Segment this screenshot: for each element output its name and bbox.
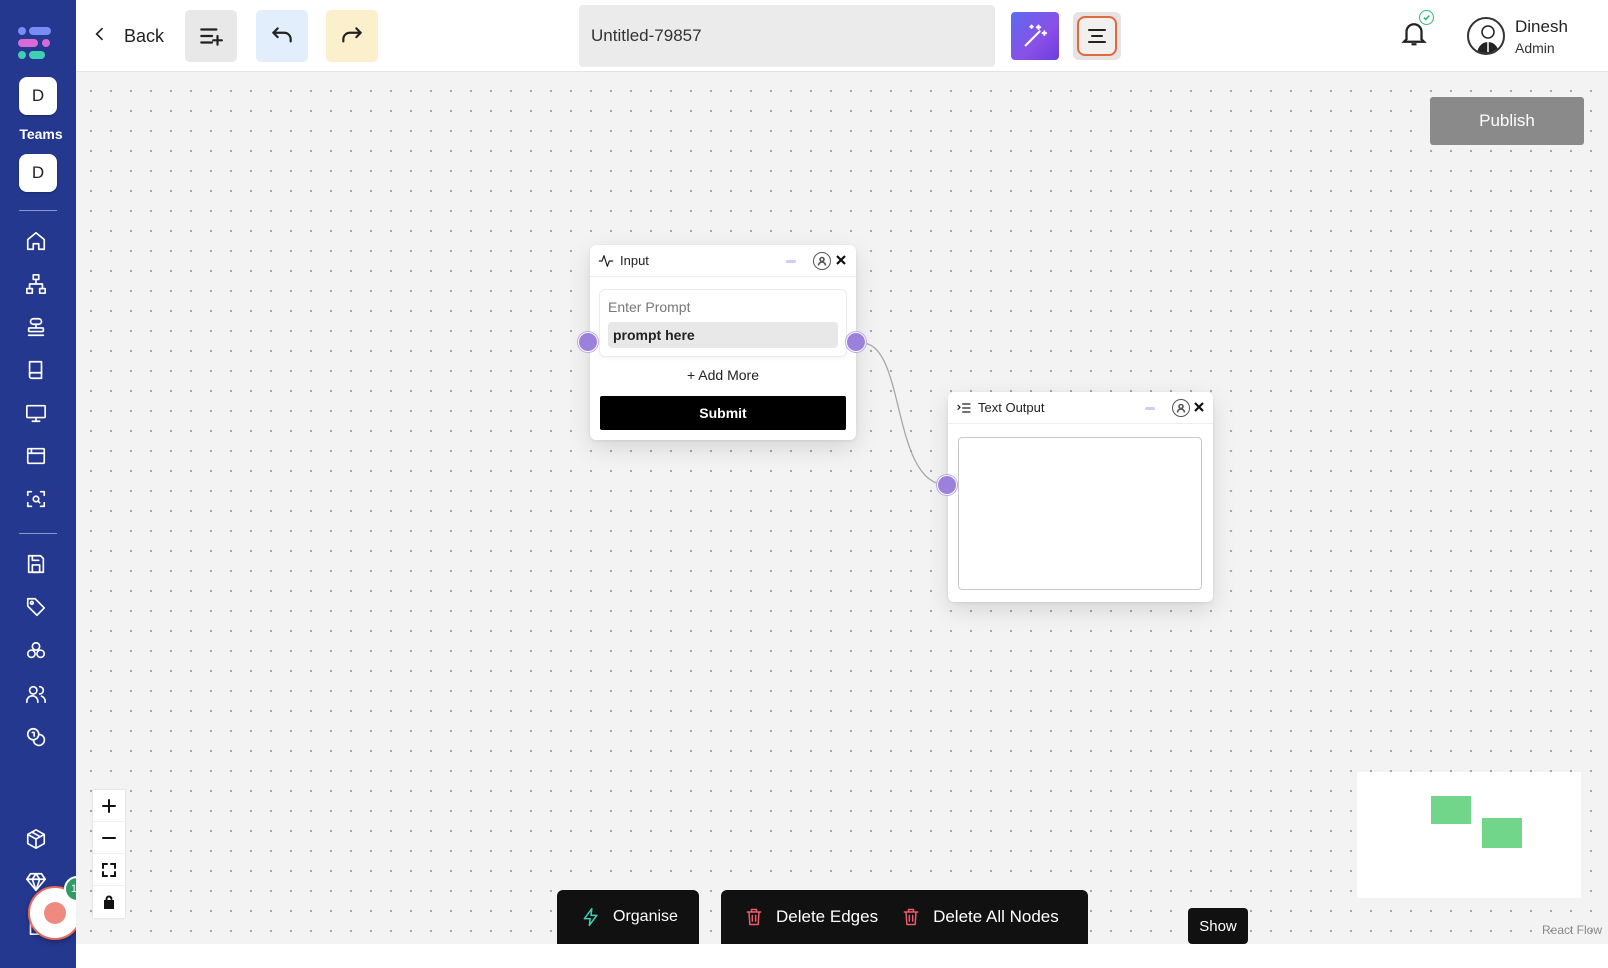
prompt-label: Enter Prompt bbox=[608, 299, 691, 315]
close-icon[interactable] bbox=[834, 253, 848, 267]
delete-edges-button[interactable]: Delete Edges bbox=[744, 907, 878, 927]
top-header: Back Untitled-79857 Dinesh Admin bbox=[76, 0, 1608, 72]
submit-button[interactable]: Submit bbox=[600, 396, 846, 430]
minimap[interactable] bbox=[1357, 772, 1581, 898]
lightning-icon bbox=[583, 907, 598, 927]
save-icon[interactable] bbox=[24, 552, 48, 576]
team-avatar-primary[interactable]: D bbox=[19, 77, 57, 115]
team-avatar-secondary[interactable]: D bbox=[19, 154, 57, 192]
record-icon bbox=[44, 902, 66, 924]
stack-icon[interactable] bbox=[24, 315, 48, 339]
package-icon[interactable] bbox=[24, 827, 48, 851]
delete-all-nodes-button[interactable]: Delete All Nodes bbox=[901, 907, 1059, 927]
output-node-header: Text Output bbox=[948, 392, 1213, 424]
undo-icon bbox=[272, 27, 292, 43]
list-indent-icon bbox=[956, 400, 972, 416]
minimap-node-input bbox=[1431, 796, 1471, 824]
delete-edges-label: Delete Edges bbox=[776, 907, 879, 926]
minimap-node-output bbox=[1482, 818, 1522, 848]
input-node-target-handle[interactable] bbox=[578, 332, 598, 352]
browser-icon[interactable] bbox=[24, 444, 48, 468]
teams-label: Teams bbox=[19, 126, 63, 142]
redo-icon bbox=[342, 27, 362, 43]
fit-view-icon bbox=[102, 862, 116, 877]
sidebar-divider bbox=[19, 533, 57, 534]
magic-wand-icon bbox=[1024, 24, 1048, 47]
user-circle-icon[interactable] bbox=[813, 252, 831, 270]
list-plus-icon bbox=[200, 28, 223, 46]
app-logo-icon[interactable] bbox=[16, 26, 56, 60]
add-more-link[interactable]: + Add More bbox=[590, 367, 856, 383]
add-list-button[interactable] bbox=[185, 10, 237, 62]
zoom-out-button[interactable] bbox=[93, 822, 125, 854]
input-node-title: Input bbox=[620, 253, 649, 268]
avatar[interactable] bbox=[1467, 17, 1505, 55]
lock-button[interactable] bbox=[93, 886, 125, 918]
show-button[interactable]: Show bbox=[1188, 908, 1248, 944]
trash-icon bbox=[746, 908, 762, 926]
menu-icon bbox=[1088, 29, 1106, 43]
bottom-strip bbox=[76, 944, 1608, 968]
redo-button[interactable] bbox=[326, 10, 378, 62]
menu-button[interactable] bbox=[1073, 12, 1121, 60]
output-node-title: Text Output bbox=[978, 400, 1045, 415]
close-icon[interactable] bbox=[1192, 400, 1206, 414]
coins-icon[interactable] bbox=[24, 725, 48, 749]
zoom-in-button[interactable] bbox=[93, 790, 125, 822]
workflow-icon[interactable] bbox=[24, 272, 48, 296]
output-node-target-handle[interactable] bbox=[937, 475, 957, 495]
user-circle-icon[interactable] bbox=[1172, 399, 1190, 417]
book-icon[interactable] bbox=[24, 358, 48, 382]
delete-all-nodes-label: Delete All Nodes bbox=[933, 907, 1059, 926]
undo-button[interactable] bbox=[256, 10, 308, 62]
delete-actions-bar: Delete Edges Delete All Nodes bbox=[721, 890, 1088, 944]
home-icon[interactable] bbox=[24, 229, 48, 253]
text-output-node[interactable]: Text Output bbox=[948, 392, 1213, 602]
sidebar-divider bbox=[19, 210, 57, 211]
react-flow-attribution[interactable]: React Flow bbox=[1542, 923, 1602, 937]
organise-button[interactable]: Organise bbox=[557, 890, 699, 944]
prompt-card: Enter Prompt prompt here bbox=[600, 290, 846, 356]
trash-icon bbox=[903, 908, 919, 926]
zoom-controls bbox=[93, 790, 125, 918]
input-node-header: Input bbox=[590, 245, 856, 277]
user-role: Admin bbox=[1515, 40, 1555, 56]
magic-wand-button[interactable] bbox=[1011, 12, 1059, 60]
prompt-input[interactable]: prompt here bbox=[608, 322, 838, 348]
organise-label: Organise bbox=[613, 908, 678, 925]
sidebar: D Teams D bbox=[0, 0, 90, 968]
flow-title-input[interactable]: Untitled-79857 bbox=[579, 5, 995, 67]
flow-canvas[interactable]: Publish Input Enter Prompt prompt here +… bbox=[76, 72, 1608, 944]
monitor-icon[interactable] bbox=[24, 401, 48, 425]
input-node[interactable]: Input Enter Prompt prompt here + Add Mor… bbox=[590, 245, 856, 440]
users-icon[interactable] bbox=[24, 682, 48, 706]
lock-icon bbox=[104, 895, 114, 909]
minus-icon bbox=[102, 836, 116, 839]
scan-icon[interactable] bbox=[24, 487, 48, 511]
minimize-icon[interactable] bbox=[786, 260, 796, 263]
plus-icon bbox=[102, 798, 116, 813]
fit-view-button[interactable] bbox=[93, 854, 125, 886]
components-icon[interactable] bbox=[24, 639, 48, 663]
minimize-icon[interactable] bbox=[1145, 407, 1155, 410]
back-button[interactable]: Back bbox=[90, 18, 164, 54]
tag-icon[interactable] bbox=[24, 595, 48, 619]
user-name: Dinesh bbox=[1515, 17, 1568, 36]
activity-icon bbox=[598, 253, 614, 269]
check-circle-icon bbox=[1419, 10, 1434, 25]
back-label: Back bbox=[124, 25, 165, 46]
chevron-left-icon bbox=[90, 24, 110, 49]
input-node-source-handle[interactable] bbox=[846, 332, 866, 352]
text-output-area[interactable] bbox=[958, 437, 1202, 590]
